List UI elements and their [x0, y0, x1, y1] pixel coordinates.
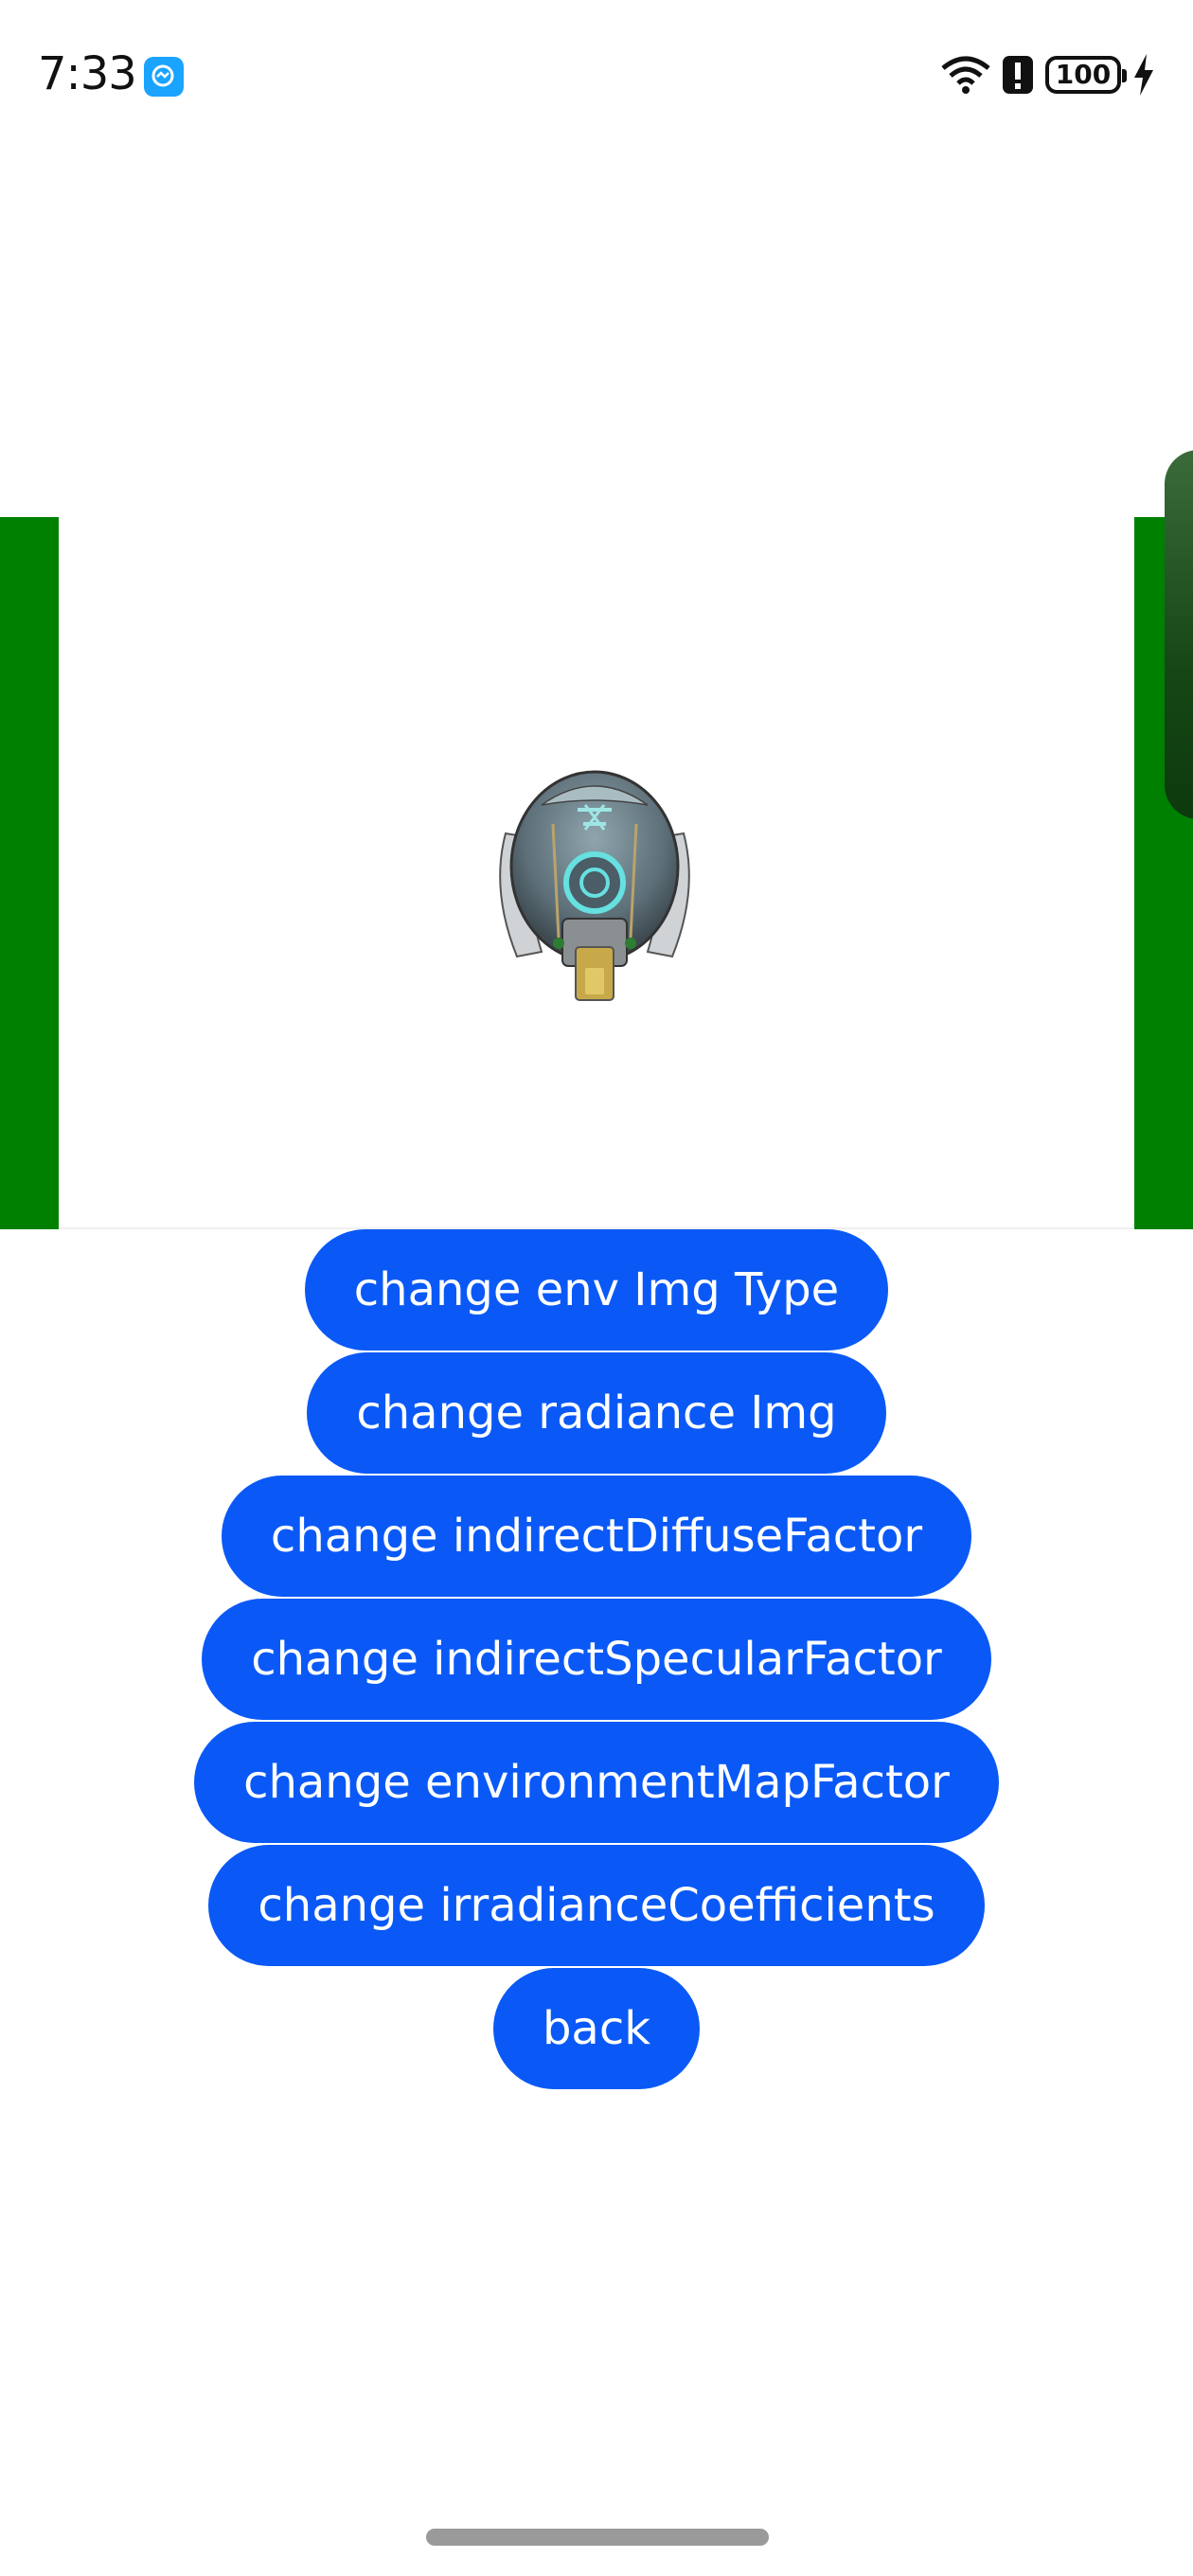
- change-env-img-type-button[interactable]: change env Img Type: [304, 1229, 889, 1351]
- battery-level: 100: [1055, 59, 1112, 90]
- status-right-group: 100: [941, 51, 1155, 98]
- change-environment-map-factor-button[interactable]: change environmentMapFactor: [194, 1722, 999, 1843]
- wifi-icon: [941, 56, 990, 94]
- helmet-model: [499, 770, 690, 1001]
- change-radiance-img-button[interactable]: change radiance Img: [307, 1352, 886, 1474]
- control-buttons: change env Img Type change radiance Img …: [0, 1229, 1193, 2089]
- back-button[interactable]: back: [492, 1968, 701, 2089]
- change-indirect-specular-factor-button[interactable]: change indirectSpecularFactor: [202, 1599, 991, 1720]
- change-indirect-diffuse-factor-button[interactable]: change indirectDiffuseFactor: [221, 1476, 972, 1597]
- scene-left-wall: [0, 517, 59, 1229]
- status-time: 7:33: [38, 47, 137, 100]
- status-bar: 7:33 100: [0, 0, 1193, 152]
- charging-icon: [1134, 54, 1153, 96]
- home-indicator[interactable]: [426, 2529, 769, 2546]
- change-irradiance-coefficients-button[interactable]: change irradianceCoefficients: [208, 1845, 985, 1966]
- alert-icon: [1003, 56, 1033, 94]
- battery-icon: 100: [1045, 56, 1127, 94]
- screen: 7:33 100 change env Img Type change radi…: [0, 0, 1193, 2576]
- side-drawer-handle[interactable]: [1165, 450, 1193, 819]
- app-notification-icon: [144, 57, 184, 97]
